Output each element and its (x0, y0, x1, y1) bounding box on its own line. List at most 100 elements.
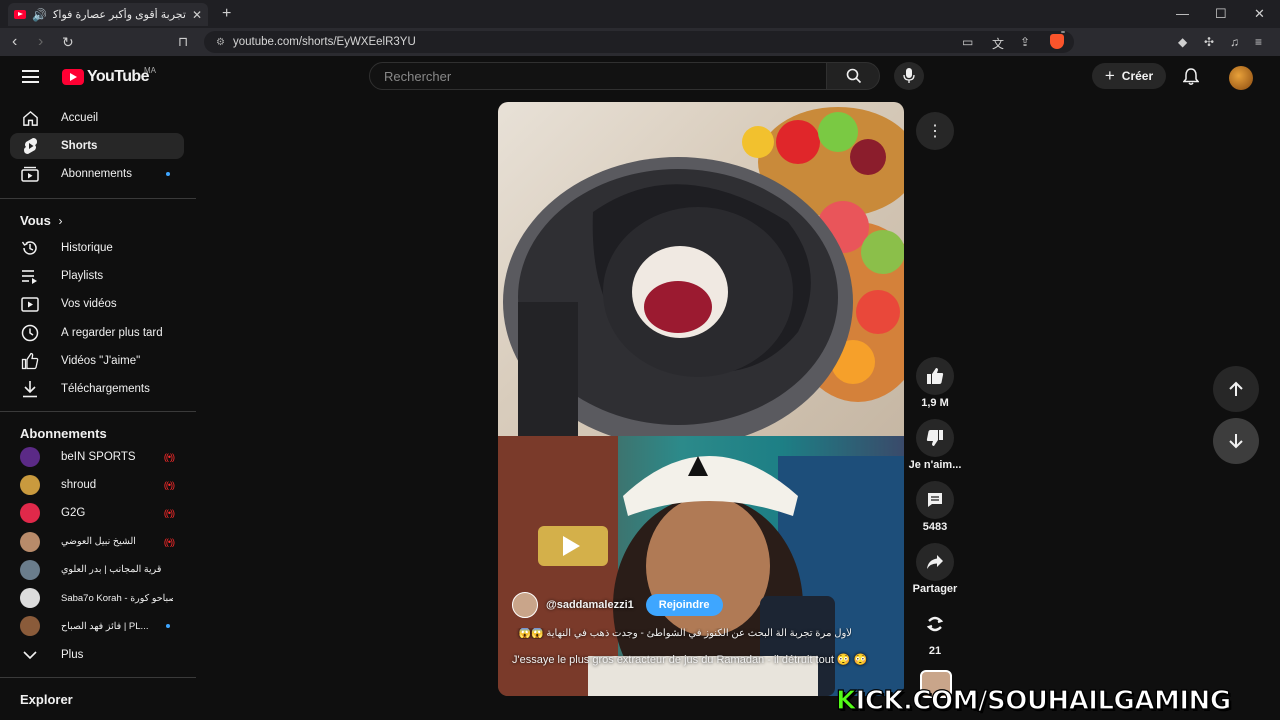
subscription-channel[interactable]: G2G ((•)) (10, 500, 184, 526)
sidebar-item-subscriptions[interactable]: Abonnements (10, 161, 184, 187)
comment-icon (928, 493, 942, 507)
you-section-heading[interactable]: Vous › (20, 213, 62, 228)
thumbs-up-icon (927, 368, 944, 384)
search-input[interactable]: Rechercher (369, 62, 827, 90)
sidebar-item-label: Historique (61, 242, 113, 254)
back-icon[interactable]: ‹ (12, 33, 17, 51)
browser-toolbar: ‹ › ↻ ⊓ ⚙ youtube.com/shorts/EyWXEelR3YU… (0, 28, 1280, 56)
notifications-bell-icon[interactable] (1183, 68, 1199, 86)
mic-icon (903, 68, 915, 83)
sidebar-item-playlists[interactable]: Playlists (10, 263, 184, 289)
channel-name: beIN SPORTS (61, 451, 136, 463)
subscription-channel[interactable]: قرية المجانب | بدر العلوي (10, 557, 184, 583)
sidebar-item-home[interactable]: Accueil (10, 105, 184, 131)
subscription-channel[interactable]: shroud ((•)) (10, 472, 184, 498)
like-button[interactable] (916, 357, 954, 395)
shorts-video-player[interactable]: @saddamalezzi1 Rejoindre لأول مرة تجربة … (498, 102, 904, 696)
playlists-icon (21, 267, 39, 285)
channel-avatar (20, 503, 40, 524)
sidebar-divider (0, 411, 196, 412)
channel-avatar (20, 588, 40, 608)
join-button[interactable]: Rejoindre (645, 594, 723, 616)
channel-name[interactable]: @saddamalezzi1 (546, 599, 634, 611)
search-icon (846, 68, 862, 84)
youtube-favicon-icon (14, 10, 26, 19)
youtube-logo[interactable]: YouTube (62, 68, 149, 86)
arrow-down-icon (1229, 434, 1243, 449)
extensions-icon[interactable]: ✣ (1204, 35, 1214, 49)
subscription-channel[interactable]: فائز فهد الصباح | PL... (10, 613, 184, 639)
channel-avatar (20, 531, 40, 552)
live-icon: ((•)) (163, 452, 175, 462)
subscriptions-icon (21, 165, 39, 183)
sidebar-item-label: Accueil (61, 112, 99, 124)
subscription-channel[interactable]: beIN SPORTS ((•)) (10, 444, 184, 470)
channel-avatar[interactable] (512, 592, 538, 618)
address-bar[interactable]: ⚙ youtube.com/shorts/EyWXEelR3YU (204, 31, 1074, 53)
share-button[interactable] (916, 543, 954, 581)
subscriptions-heading: Abonnements (20, 426, 107, 441)
user-avatar[interactable] (1229, 66, 1253, 90)
shields-badge (1061, 31, 1065, 33)
explore-heading: Explorer (20, 692, 73, 707)
channel-row: @saddamalezzi1 Rejoindre (512, 592, 723, 618)
sidebar-divider (0, 198, 196, 199)
previous-short-button[interactable] (1213, 366, 1259, 412)
show-more-button[interactable]: Plus (10, 642, 184, 668)
remix-count: 21 (928, 645, 942, 657)
watermark-text: ICK.COM/SOUHAILGAMING (855, 685, 1232, 716)
reload-icon[interactable]: ↻ (62, 34, 74, 51)
sidebar-item-watch-later[interactable]: À regarder plus tard (10, 320, 184, 346)
close-window-icon[interactable]: ✕ (1254, 6, 1265, 22)
media-icon[interactable]: ♫ (1230, 35, 1239, 49)
more-options-button[interactable]: ⋮ (916, 112, 954, 150)
maximize-icon[interactable]: ☐ (1215, 6, 1227, 22)
sidebar-item-shorts[interactable]: Shorts (10, 133, 184, 159)
dislike-button[interactable] (916, 419, 954, 457)
channel-avatar (20, 475, 40, 496)
brave-shields-icon[interactable] (1050, 34, 1064, 49)
your-videos-icon (21, 295, 39, 313)
site-info-icon[interactable]: ⚙ (216, 37, 225, 48)
voice-search-button[interactable] (894, 62, 924, 90)
related-video-caption[interactable]: لأول مرة تجربة آلة البحث عن الكنوز في ال… (512, 628, 852, 639)
speaker-icon[interactable]: 🔊 (32, 8, 47, 22)
sidebar-item-liked[interactable]: Vidéos "J'aime" (10, 348, 184, 374)
bookmark-icon[interactable]: ⊓ (178, 34, 188, 50)
translate-icon[interactable]: 文 (992, 35, 1004, 52)
channel-avatar (20, 559, 40, 580)
search-button[interactable] (826, 62, 880, 90)
sidebar: Accueil Shorts Abonnements Vous › Historique… (0, 100, 196, 720)
shorts-icon (21, 137, 39, 155)
sidebar-item-downloads[interactable]: Téléchargements (10, 376, 184, 402)
youtube-header: YouTube MA Rechercher + Créer (0, 56, 1280, 100)
new-tab-button[interactable]: + (222, 5, 231, 23)
sidebar-item-label: Vos vidéos (61, 298, 117, 311)
remix-button[interactable] (916, 605, 954, 643)
comment-count: 5483 (922, 521, 948, 533)
minimize-icon[interactable]: — (1176, 6, 1189, 21)
subscription-channel[interactable]: الشيخ نبيل العوضي ((•)) (10, 529, 184, 555)
share-icon[interactable]: ⇪ (1020, 35, 1030, 49)
comments-button[interactable] (916, 481, 954, 519)
browser-tab[interactable]: 🔊 تجربة أقوى وأكبر عصارة فواكة ✕ (8, 3, 208, 26)
like-count: 1,9 M (921, 397, 949, 409)
subscription-channel[interactable]: Saba7o Korah - صباحو كورة (10, 585, 184, 611)
forward-icon[interactable]: › (38, 33, 43, 51)
close-tab-icon[interactable]: ✕ (192, 8, 202, 22)
channel-name: قرية المجانب | بدر العلوي (61, 564, 162, 576)
cast-icon[interactable]: ▭ (962, 35, 973, 49)
watermark-k: K (835, 685, 856, 716)
next-short-button[interactable] (1213, 418, 1259, 464)
juicer-illustration (503, 107, 904, 447)
create-button[interactable]: + Créer (1092, 63, 1166, 89)
channel-name: shroud (61, 479, 97, 492)
sidebar-item-label: Abonnements (61, 168, 132, 180)
wallet-icon[interactable]: ◆ (1178, 35, 1187, 49)
hamburger-menu-icon[interactable] (22, 70, 39, 83)
browser-menu-icon[interactable]: ≡ (1255, 35, 1262, 49)
sidebar-item-your-videos[interactable]: Vos vidéos (10, 291, 184, 317)
sidebar-item-history[interactable]: Historique (10, 235, 184, 261)
sidebar-item-label: Vidéos "J'aime" (61, 354, 141, 367)
downloads-icon (21, 380, 39, 398)
